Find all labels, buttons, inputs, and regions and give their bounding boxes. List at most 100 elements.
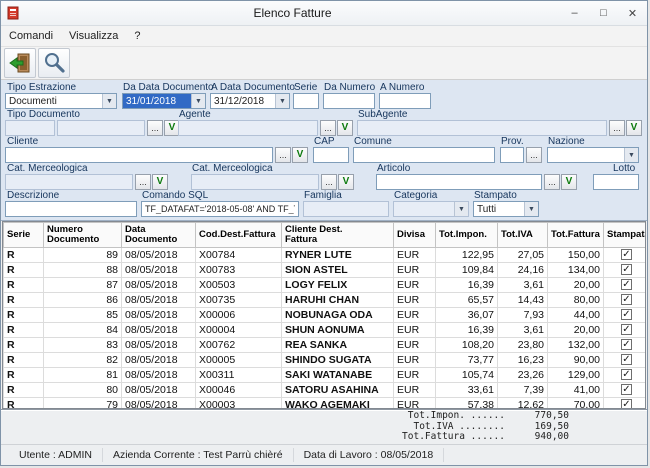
cell-cod-dest: X00311 [196,368,282,383]
table-row[interactable]: R 82 08/05/2018 X00005 SHINDO SUGATA EUR… [4,353,647,368]
filter-cat-merceologica2-input[interactable] [191,174,319,190]
cliente-label: Cliente [7,136,38,147]
filter-tipo-documento-input[interactable] [57,120,145,136]
table-row[interactable]: R 81 08/05/2018 X00311 SAKI WATANABE EUR… [4,368,647,383]
table-row[interactable]: R 87 08/05/2018 X00503 LOGY FELIX EUR 16… [4,278,647,293]
filter-cliente-input[interactable] [5,147,273,163]
stampata-checkbox[interactable]: ✓ [621,354,632,365]
cell-cod-dest: X00784 [196,248,282,263]
menu-help[interactable]: ? [126,28,148,44]
filter-panel: Tipo Estrazione Documenti ▼ Da Data Docu… [1,80,647,221]
search-button[interactable] [38,48,70,78]
cell-divisa: EUR [394,383,436,398]
filter-serie-input[interactable] [293,93,319,109]
cell-stampata: ✓ [604,278,647,293]
cat-merceologica2-select-button[interactable]: V [338,174,354,190]
col-tot-iva[interactable]: Tot.IVA [498,223,548,248]
agente-browse-button[interactable]: ... [320,120,336,136]
cliente-browse-button[interactable]: ... [275,147,291,163]
cell-numero: 79 [44,398,122,410]
col-cod-dest-fattura[interactable]: Cod.Dest.Fattura [196,223,282,248]
stampata-checkbox[interactable]: ✓ [621,399,632,409]
cat-merceologica1-browse-button[interactable]: ... [135,174,151,190]
table-row[interactable]: R 79 08/05/2018 X00003 WAKO AGEMAKI EUR … [4,398,647,410]
cat-merceologica1-select-button[interactable]: V [152,174,168,190]
filter-lotto-input[interactable] [593,174,639,190]
filter-tipo-estrazione-combobox[interactable]: Documenti ▼ [5,93,117,109]
chevron-down-icon[interactable]: ▼ [191,94,205,108]
tipo-documento-browse-button[interactable]: ... [147,120,163,136]
col-tot-impon[interactable]: Tot.Impon. [436,223,498,248]
col-data-documento[interactable]: DataDocumento [122,223,196,248]
filter-subagente-input[interactable] [357,120,607,136]
minimize-button[interactable]: – [560,2,589,24]
cell-tot-fattura: 80,00 [548,293,604,308]
table-row[interactable]: R 84 08/05/2018 X00004 SHUN AONUMA EUR 1… [4,323,647,338]
articolo-browse-button[interactable]: ... [544,174,560,190]
col-cliente-dest-fattura[interactable]: Cliente Dest.Fattura [282,223,394,248]
filter-da-data-input[interactable]: 31/01/2018 ▼ [122,93,206,109]
cliente-select-button[interactable]: V [292,147,308,163]
filter-cap-input[interactable] [313,147,349,163]
stampata-checkbox[interactable]: ✓ [621,384,632,395]
cell-divisa: EUR [394,248,436,263]
chevron-down-icon[interactable]: ▼ [275,94,289,108]
table-row[interactable]: R 85 08/05/2018 X00006 NOBUNAGA ODA EUR … [4,308,647,323]
cat-merceologica1-label: Cat. Merceologica [7,163,88,174]
table-row[interactable]: R 86 08/05/2018 X00735 HARUHI CHAN EUR 6… [4,293,647,308]
cell-cliente: SAKI WATANABE [282,368,394,383]
filter-stampato-combobox[interactable]: Tutti ▼ [473,201,539,217]
stampata-checkbox[interactable]: ✓ [621,339,632,350]
filter-prov-input[interactable] [500,147,524,163]
cat-merceologica2-browse-button[interactable]: ... [321,174,337,190]
filter-da-numero-input[interactable] [323,93,375,109]
agente-select-button[interactable]: V [337,120,353,136]
col-tot-fattura[interactable]: Tot.Fattura [548,223,604,248]
stampata-checkbox[interactable]: ✓ [621,309,632,320]
filter-descrizione-input[interactable] [5,201,137,217]
cell-tot-iva: 23,80 [498,338,548,353]
articolo-select-button[interactable]: V [561,174,577,190]
filter-famiglia-input[interactable] [303,201,389,217]
prov-browse-button[interactable]: ... [526,147,542,163]
stampata-checkbox[interactable]: ✓ [621,294,632,305]
close-button[interactable]: ✕ [618,2,647,24]
cell-data: 08/05/2018 [122,323,196,338]
col-numero-documento[interactable]: NumeroDocumento [44,223,122,248]
col-divisa[interactable]: Divisa [394,223,436,248]
cell-serie: R [4,338,44,353]
cell-divisa: EUR [394,368,436,383]
filter-a-numero-input[interactable] [379,93,431,109]
filter-nazione-combobox[interactable]: ▼ [547,147,639,163]
filter-articolo-input[interactable] [376,174,542,190]
menu-visualizza[interactable]: Visualizza [61,28,126,44]
stampata-checkbox[interactable]: ✓ [621,279,632,290]
filter-cat-merceologica1-input[interactable] [5,174,133,190]
filter-a-data-input[interactable]: 31/12/2018 ▼ [210,93,290,109]
filter-tipo-documento-code-input[interactable] [5,120,55,136]
table-row[interactable]: R 88 08/05/2018 X00783 SION ASTEL EUR 10… [4,263,647,278]
table-row[interactable]: R 89 08/05/2018 X00784 RYNER LUTE EUR 12… [4,248,647,263]
maximize-button[interactable]: □ [589,2,618,24]
filter-agente-input[interactable] [178,120,318,136]
filter-categoria-combobox[interactable]: ▼ [393,201,469,217]
cell-numero: 85 [44,308,122,323]
col-serie[interactable]: Serie [4,223,44,248]
cell-tot-impon: 109,84 [436,263,498,278]
cell-serie: R [4,248,44,263]
filter-comando-sql-input[interactable] [141,201,299,217]
cell-tot-fattura: 44,00 [548,308,604,323]
cell-divisa: EUR [394,398,436,410]
subagente-browse-button[interactable]: ... [609,120,625,136]
stampata-checkbox[interactable]: ✓ [621,249,632,260]
stampata-checkbox[interactable]: ✓ [621,369,632,380]
table-row[interactable]: R 80 08/05/2018 X00046 SATORU ASAHINA EU… [4,383,647,398]
table-row[interactable]: R 83 08/05/2018 X00762 REA SANKA EUR 108… [4,338,647,353]
filter-comune-input[interactable] [353,147,495,163]
subagente-select-button[interactable]: V [626,120,642,136]
exit-button[interactable] [4,48,36,78]
stampata-checkbox[interactable]: ✓ [621,264,632,275]
col-stampata[interactable]: Stampata [604,223,647,248]
stampata-checkbox[interactable]: ✓ [621,324,632,335]
menu-comandi[interactable]: Comandi [1,28,61,44]
